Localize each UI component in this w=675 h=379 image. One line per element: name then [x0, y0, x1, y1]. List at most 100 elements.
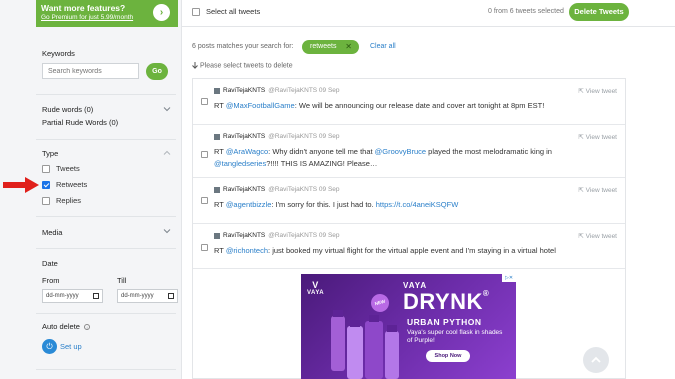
from-date-input[interactable]: dd-mm-yyyy [42, 289, 103, 303]
avatar [214, 232, 220, 239]
tweet-handle-date: @RaviTejaKNTS 09 Sep [268, 232, 340, 239]
arrow-down-icon [192, 62, 198, 69]
type-option-retweets[interactable]: Retweets [42, 180, 87, 189]
tweet-handle-date: @RaviTejaKNTS 09 Sep [268, 186, 340, 193]
chevron-right-icon[interactable]: › [153, 4, 170, 21]
till-date-input[interactable]: dd-mm-yyyy [117, 289, 178, 303]
calendar-icon[interactable] [93, 293, 99, 299]
date-label: Date [42, 259, 58, 268]
tweet-author: RaviTejaKNTS [223, 232, 266, 239]
tweet-checkbox[interactable] [201, 98, 208, 105]
divider [36, 369, 176, 370]
filter-chip-retweets[interactable]: retweets ✕ [302, 40, 359, 54]
ad-choices-icon[interactable]: ▷✕ [502, 274, 516, 282]
setup-button[interactable]: ⏻ Set up [42, 339, 82, 354]
view-tweet-label: View tweet [585, 88, 617, 95]
view-tweet-link[interactable]: ⇱ View tweet [578, 133, 617, 141]
match-summary: 6 posts matches your search for: [192, 43, 294, 50]
retweets-label: Retweets [56, 180, 88, 189]
chevron-down-icon[interactable] [163, 227, 171, 235]
type-option-replies[interactable]: Replies [42, 196, 81, 205]
mention-link[interactable]: @richontech [226, 246, 268, 255]
select-all-label: Select all tweets [206, 7, 261, 16]
tweets-checkbox[interactable] [42, 164, 50, 173]
ad-description: Vaya's super cool flask in shades of Pur… [407, 329, 503, 344]
divider [36, 94, 176, 95]
rt-prefix: RT [214, 200, 226, 209]
tweet-item[interactable]: RaviTejaKNTS @RaviTejaKNTS 09 Sep ⇱ View… [193, 79, 625, 125]
rude-words-label: Rude words (0) [42, 105, 94, 114]
avatar [214, 87, 220, 94]
tweet-author: RaviTejaKNTS [223, 133, 266, 140]
replies-checkbox[interactable] [42, 196, 50, 205]
info-icon[interactable]: i [84, 324, 91, 331]
view-tweet-label: View tweet [585, 134, 617, 141]
top-bar: Select all tweets 0 from 6 tweets select… [182, 0, 675, 27]
till-date-placeholder: dd-mm-yyyy [121, 293, 154, 299]
select-all-checkbox[interactable] [192, 7, 200, 16]
shop-now-button[interactable]: Shop Now [426, 350, 470, 362]
select-all-tweets[interactable]: Select all tweets [192, 7, 260, 16]
tweet-author: RaviTejaKNTS [223, 186, 266, 193]
ad-product-brand: DRYNK® [403, 289, 489, 315]
auto-delete-text: Auto delete [42, 322, 80, 331]
view-tweet-link[interactable]: ⇱ View tweet [578, 186, 617, 194]
retweets-checkbox[interactable] [42, 180, 50, 189]
tweet-body: played the most melodramatic king in [426, 147, 552, 156]
media-label: Media [42, 228, 63, 237]
tweet-checkbox[interactable] [201, 151, 208, 158]
view-tweet-label: View tweet [585, 233, 617, 240]
ad-reg-mark: ® [482, 289, 490, 298]
clear-all-link[interactable]: Clear all [370, 43, 396, 50]
tweet-text: RT @agentbizzle: I'm sorry for this. I j… [214, 199, 614, 211]
partial-rude-words-label: Partial Rude Words (0) [42, 118, 119, 127]
tweet-checkbox[interactable] [201, 197, 208, 204]
chevron-up-icon[interactable] [163, 149, 171, 157]
tweets-label: Tweets [56, 164, 80, 173]
tweet-item[interactable]: RaviTejaKNTS @RaviTejaKNTS 09 Sep ⇱ View… [193, 178, 625, 224]
chevron-down-icon[interactable] [163, 105, 171, 113]
tweet-item[interactable]: RaviTejaKNTS @RaviTejaKNTS 09 Sep ⇱ View… [193, 224, 625, 269]
delete-tweets-button[interactable]: Delete Tweets [569, 3, 629, 21]
mention-link[interactable]: @MaxFootballGame [226, 101, 295, 110]
go-button[interactable]: Go [146, 63, 168, 80]
tweet-body: : just booked my virtual flight for the … [268, 246, 556, 255]
ad-brand-text: VAYA [307, 290, 325, 296]
replies-label: Replies [56, 196, 82, 205]
divider [36, 139, 176, 140]
advertisement[interactable]: V VAYA NEW VAYA DRYNK® URBAN PYTHON Vaya'… [301, 274, 516, 379]
divider [36, 216, 176, 217]
red-arrow-annotation-icon [3, 177, 39, 193]
calendar-icon[interactable] [168, 293, 174, 299]
mention-link[interactable]: @AraWagco [226, 147, 268, 156]
tweet-checkbox[interactable] [201, 244, 208, 251]
flask-bottles-image [331, 310, 399, 379]
external-link-icon: ⇱ [578, 134, 584, 141]
chevron-up-icon [591, 356, 601, 363]
search-keywords-input[interactable] [42, 63, 139, 79]
tweet-text: RT @MaxFootballGame: We will be announci… [214, 100, 614, 112]
type-label: Type [42, 149, 59, 158]
avatar [214, 133, 220, 140]
tweet-body: : We will be announcing our release date… [294, 101, 545, 110]
external-link-icon: ⇱ [578, 233, 584, 240]
ad-drynk-text: DRYNK [403, 289, 483, 314]
select-hint: Please select tweets to delete [192, 62, 293, 69]
type-option-tweets[interactable]: Tweets [42, 164, 80, 173]
tweet-handle-date: @RaviTejaKNTS 09 Sep [268, 133, 340, 140]
keywords-label: Keywords [42, 49, 75, 58]
hint-text: Please select tweets to delete [200, 62, 293, 70]
view-tweet-link[interactable]: ⇱ View tweet [578, 232, 617, 240]
view-tweet-link[interactable]: ⇱ View tweet [578, 87, 617, 95]
mention-link[interactable]: @agentbizzle [226, 200, 272, 209]
power-icon: ⏻ [42, 339, 57, 354]
close-icon[interactable]: ✕ [345, 42, 352, 51]
mention-link[interactable]: @tangledseries [214, 159, 266, 168]
divider [36, 313, 176, 314]
tweet-body: : Why didn't anyone tell me that [268, 147, 375, 156]
tweet-url-link[interactable]: https://t.co/4aneiKSQFW [376, 200, 459, 209]
mention-link[interactable]: @GroovyBruce [375, 147, 426, 156]
premium-promo[interactable]: Want more features? Go Premium for just … [36, 0, 178, 27]
tweet-item[interactable]: RaviTejaKNTS @RaviTejaKNTS 09 Sep ⇱ View… [193, 125, 625, 178]
scroll-to-top-button[interactable] [583, 347, 609, 373]
